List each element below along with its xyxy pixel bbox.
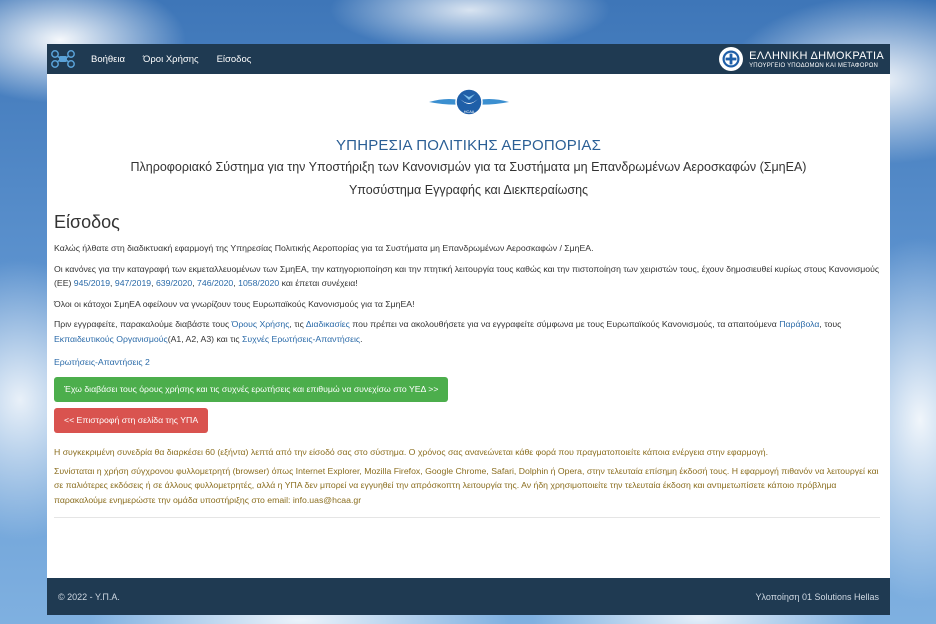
content-divider xyxy=(54,517,880,518)
fees-link[interactable]: Παράβολα xyxy=(779,319,819,329)
svg-text:HCAA: HCAA xyxy=(464,110,475,114)
footer-copyright: © 2022 - Υ.Π.Α. xyxy=(58,591,120,602)
top-navbar: Βοήθεια Όροι Χρήσης Είσοδος ΕΛΛΗΝΙΚΗ ΔΗΜ… xyxy=(47,44,890,74)
regulation-link-945-2019[interactable]: 945/2019 xyxy=(74,278,110,288)
procedures-link[interactable]: Διαδικασίες xyxy=(306,319,350,329)
system-title: Πληροφοριακό Σύστημα για την Υποστήριξη … xyxy=(130,160,807,174)
instructions-text: Πριν εγγραφείτε, παρακαλούμε διαβάστε το… xyxy=(54,319,842,344)
session-notice: Η συγκεκριμένη συνεδρία θα διαρκέσει 60 … xyxy=(54,447,769,457)
agency-title: ΥΠΗΡΕΣΙΑ ΠΟΛΙΤΙΚΗΣ ΑΕΡΟΠΟΡΙΑΣ xyxy=(335,137,602,154)
rules-text: Οι κανόνες για την καταγραφή των εκμεταλ… xyxy=(54,263,880,289)
obligation-text: Όλοι οι κάτοχοι ΣμηΕΑ οφείλουν να γνωρίζ… xyxy=(54,298,415,309)
nav-link-help[interactable]: Βοήθεια xyxy=(91,54,125,65)
gov-title: ΕΛΛΗΝΙΚΗ ΔΗΜΟΚΡΑΤΙΑ xyxy=(749,49,884,62)
nav-link-terms[interactable]: Όροι Χρήσης xyxy=(143,54,199,65)
login-content: Είσοδος Καλώς ήλθατε στη διαδικτυακή εφα… xyxy=(54,212,880,518)
footer-credit: Υλοποίηση 01 Solutions Hellas xyxy=(755,591,879,602)
gov-subtitle: ΥΠΟΥΡΓΕΙΟ ΥΠΟΔΟΜΩΝ ΚΑΙ ΜΕΤΑΦΟΡΩΝ xyxy=(749,62,879,69)
greek-emblem-icon xyxy=(719,47,744,71)
drone-icon[interactable] xyxy=(47,44,79,74)
nav-link-login[interactable]: Είσοδος xyxy=(217,54,252,65)
government-brand[interactable]: ΕΛΛΗΝΙΚΗ ΔΗΜΟΚΡΑΤΙΑ ΥΠΟΥΡΓΕΙΟ ΥΠΟΔΟΜΩΝ Κ… xyxy=(719,47,890,71)
browser-notice: Συνίσταται η χρήση σύγχρονου φυλλομετρητ… xyxy=(54,465,879,505)
main-panel: HCAA ΥΠΗΡΕΣΙΑ ΠΟΛΙΤΙΚΗΣ ΑΕΡΟΠΟΡΙΑΣ Πληρο… xyxy=(47,74,890,578)
regulation-link-1058-2020[interactable]: 1058/2020 xyxy=(238,278,279,288)
terms-link[interactable]: Όρους Χρήσης xyxy=(232,319,290,329)
page-title: Είσοδος xyxy=(54,212,120,232)
welcome-text: Καλώς ήλθατε στη διαδικτυακή εφαρμογή τη… xyxy=(54,243,594,253)
regulation-link-746-2020[interactable]: 746/2020 xyxy=(197,278,233,288)
training-organizations-link[interactable]: Εκπαιδευτικούς Οργανισμούς xyxy=(54,334,168,344)
back-to-hcaa-button[interactable]: << Επιστροφή στη σελίδα της ΥΠΑ xyxy=(54,408,209,433)
faq-link[interactable]: Συχνές Ερωτήσεις-Απαντήσεις xyxy=(242,334,360,344)
regulation-link-639-2020[interactable]: 639/2020 xyxy=(156,278,192,288)
regulation-link-947-2019[interactable]: 947/2019 xyxy=(115,278,151,288)
continue-button[interactable]: Έχω διαβάσει τους όρους χρήσης και τις σ… xyxy=(54,377,449,402)
footer: © 2022 - Υ.Π.Α. Υλοποίηση 01 Solutions H… xyxy=(47,578,890,615)
faq2-link[interactable]: Ερωτήσεις-Απαντήσεις 2 xyxy=(54,357,150,367)
nav-links: Βοήθεια Όροι Χρήσης Είσοδος xyxy=(91,54,269,65)
subsystem-title: Υποσύστημα Εγγραφής και Διεκπεραίωσης xyxy=(348,183,589,197)
hcaa-logo: HCAA xyxy=(427,82,511,122)
